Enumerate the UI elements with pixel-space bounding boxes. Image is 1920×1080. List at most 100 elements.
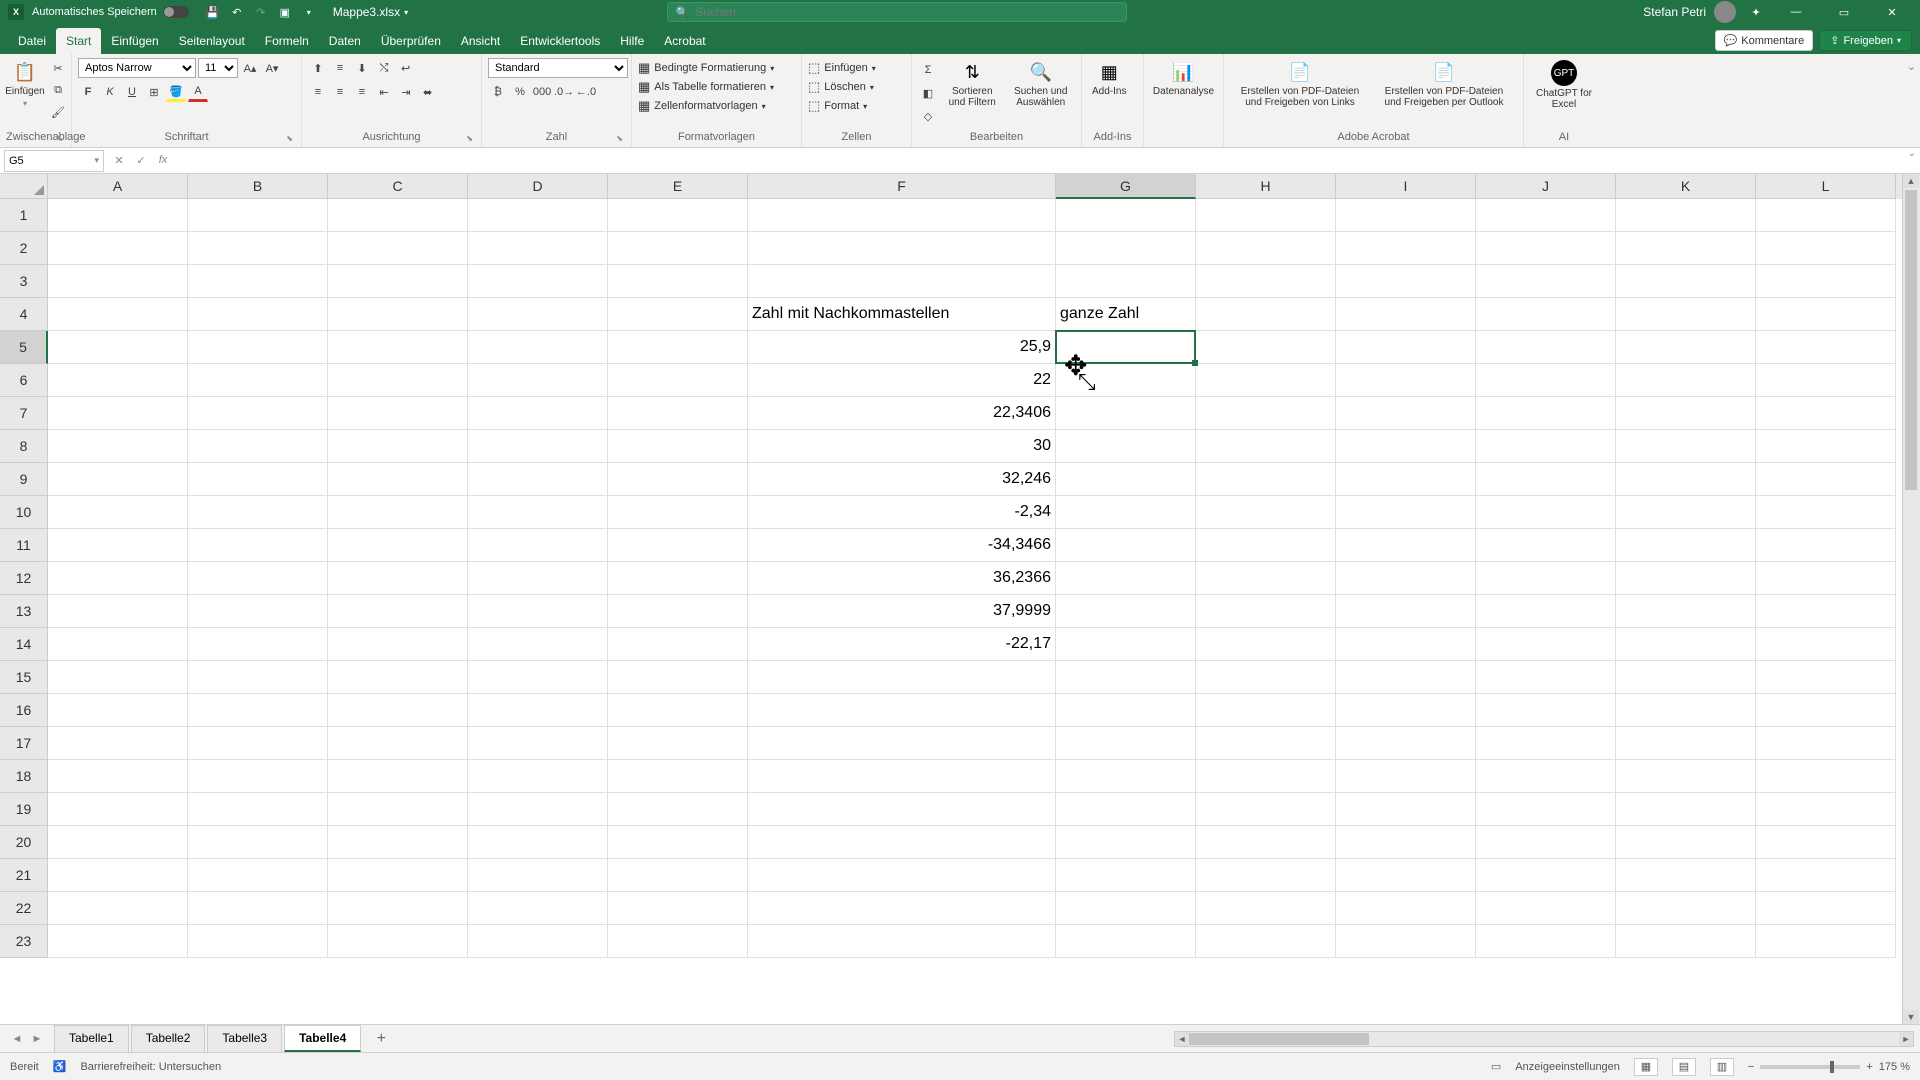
cell-D4[interactable] — [468, 298, 608, 331]
format-cells-button[interactable]: ⬚Format▾ — [808, 98, 867, 114]
paste-button[interactable]: 📋 Einfügen ▾ — [6, 58, 44, 110]
cell-I20[interactable] — [1336, 826, 1476, 859]
autosum-icon[interactable]: Σ — [918, 60, 938, 80]
cell-E3[interactable] — [608, 265, 748, 298]
cell-C22[interactable] — [328, 892, 468, 925]
cell-L7[interactable] — [1756, 397, 1896, 430]
cell-G19[interactable] — [1056, 793, 1196, 826]
cell-C9[interactable] — [328, 463, 468, 496]
cell-E17[interactable] — [608, 727, 748, 760]
menu-tab-einfügen[interactable]: Einfügen — [101, 28, 168, 54]
cell-F8[interactable]: 30 — [748, 430, 1056, 463]
cell-L18[interactable] — [1756, 760, 1896, 793]
cell-G18[interactable] — [1056, 760, 1196, 793]
cell-A1[interactable] — [48, 199, 188, 232]
cell-F20[interactable] — [748, 826, 1056, 859]
cell-L6[interactable] — [1756, 364, 1896, 397]
cell-D3[interactable] — [468, 265, 608, 298]
cell-H5[interactable] — [1196, 331, 1336, 364]
decrease-decimal-icon[interactable]: ←.0 — [576, 82, 596, 102]
cell-F10[interactable]: -2,34 — [748, 496, 1056, 529]
cell-K6[interactable] — [1616, 364, 1756, 397]
row-header-20[interactable]: 20 — [0, 826, 48, 859]
cell-A10[interactable] — [48, 496, 188, 529]
cell-I14[interactable] — [1336, 628, 1476, 661]
cell-C15[interactable] — [328, 661, 468, 694]
qat-dropdown-icon[interactable]: ▾ — [299, 2, 319, 22]
menu-tab-überprüfen[interactable]: Überprüfen — [371, 28, 451, 54]
avatar[interactable] — [1714, 1, 1736, 23]
row-header-21[interactable]: 21 — [0, 859, 48, 892]
cell-A6[interactable] — [48, 364, 188, 397]
cell-F18[interactable] — [748, 760, 1056, 793]
cell-A11[interactable] — [48, 529, 188, 562]
cell-B22[interactable] — [188, 892, 328, 925]
format-as-table-button[interactable]: ▦Als Tabelle formatieren▾ — [638, 79, 774, 95]
menu-tab-daten[interactable]: Daten — [319, 28, 371, 54]
row-header-17[interactable]: 17 — [0, 727, 48, 760]
cell-J16[interactable] — [1476, 694, 1616, 727]
cell-D5[interactable] — [468, 331, 608, 364]
number-format-select[interactable]: Standard — [488, 58, 628, 78]
cell-E21[interactable] — [608, 859, 748, 892]
cell-F14[interactable]: -22,17 — [748, 628, 1056, 661]
fill-color-icon[interactable]: 🪣 — [166, 82, 186, 102]
indent-icon[interactable]: ⇥ — [396, 82, 416, 102]
row-header-3[interactable]: 3 — [0, 265, 48, 298]
align-middle-icon[interactable]: ≡ — [330, 58, 350, 78]
cell-H12[interactable] — [1196, 562, 1336, 595]
cell-G8[interactable] — [1056, 430, 1196, 463]
wrap-text-icon[interactable]: ↩ — [396, 58, 415, 78]
cell-H20[interactable] — [1196, 826, 1336, 859]
redo-icon[interactable]: ↷ — [251, 2, 271, 22]
cell-K12[interactable] — [1616, 562, 1756, 595]
launcher-icon[interactable]: ⬊ — [616, 134, 623, 143]
row-header-6[interactable]: 6 — [0, 364, 48, 397]
cell-K7[interactable] — [1616, 397, 1756, 430]
cell-I22[interactable] — [1336, 892, 1476, 925]
cell-K10[interactable] — [1616, 496, 1756, 529]
diamond-icon[interactable]: ✦ — [1746, 2, 1766, 22]
menu-tab-datei[interactable]: Datei — [8, 28, 56, 54]
cells-container[interactable]: Zahl mit Nachkommastellenganze Zahl25,92… — [48, 199, 1920, 1024]
cell-I2[interactable] — [1336, 232, 1476, 265]
cell-A23[interactable] — [48, 925, 188, 958]
column-header-D[interactable]: D — [468, 174, 608, 199]
cell-F15[interactable] — [748, 661, 1056, 694]
cell-D16[interactable] — [468, 694, 608, 727]
share-button[interactable]: ⇪Freigeben▾ — [1819, 30, 1912, 51]
cell-A3[interactable] — [48, 265, 188, 298]
accounting-icon[interactable]: ₿ — [488, 82, 508, 102]
cell-I12[interactable] — [1336, 562, 1476, 595]
cell-I7[interactable] — [1336, 397, 1476, 430]
row-header-7[interactable]: 7 — [0, 397, 48, 430]
cell-E10[interactable] — [608, 496, 748, 529]
cell-I4[interactable] — [1336, 298, 1476, 331]
cell-J18[interactable] — [1476, 760, 1616, 793]
cell-A14[interactable] — [48, 628, 188, 661]
cell-J2[interactable] — [1476, 232, 1616, 265]
cell-E18[interactable] — [608, 760, 748, 793]
cell-I23[interactable] — [1336, 925, 1476, 958]
cell-K1[interactable] — [1616, 199, 1756, 232]
cell-I15[interactable] — [1336, 661, 1476, 694]
cell-E1[interactable] — [608, 199, 748, 232]
cell-C20[interactable] — [328, 826, 468, 859]
cell-E13[interactable] — [608, 595, 748, 628]
cell-B15[interactable] — [188, 661, 328, 694]
cell-K20[interactable] — [1616, 826, 1756, 859]
cell-L4[interactable] — [1756, 298, 1896, 331]
cell-B12[interactable] — [188, 562, 328, 595]
font-color-icon[interactable]: A — [188, 82, 208, 102]
scroll-thumb[interactable] — [1189, 1033, 1369, 1045]
cell-D15[interactable] — [468, 661, 608, 694]
bold-icon[interactable]: F — [78, 82, 98, 102]
cell-D12[interactable] — [468, 562, 608, 595]
cell-G6[interactable] — [1056, 364, 1196, 397]
cell-B13[interactable] — [188, 595, 328, 628]
cell-H22[interactable] — [1196, 892, 1336, 925]
cell-A17[interactable] — [48, 727, 188, 760]
cell-E23[interactable] — [608, 925, 748, 958]
cell-B9[interactable] — [188, 463, 328, 496]
scroll-thumb[interactable] — [1905, 190, 1917, 490]
